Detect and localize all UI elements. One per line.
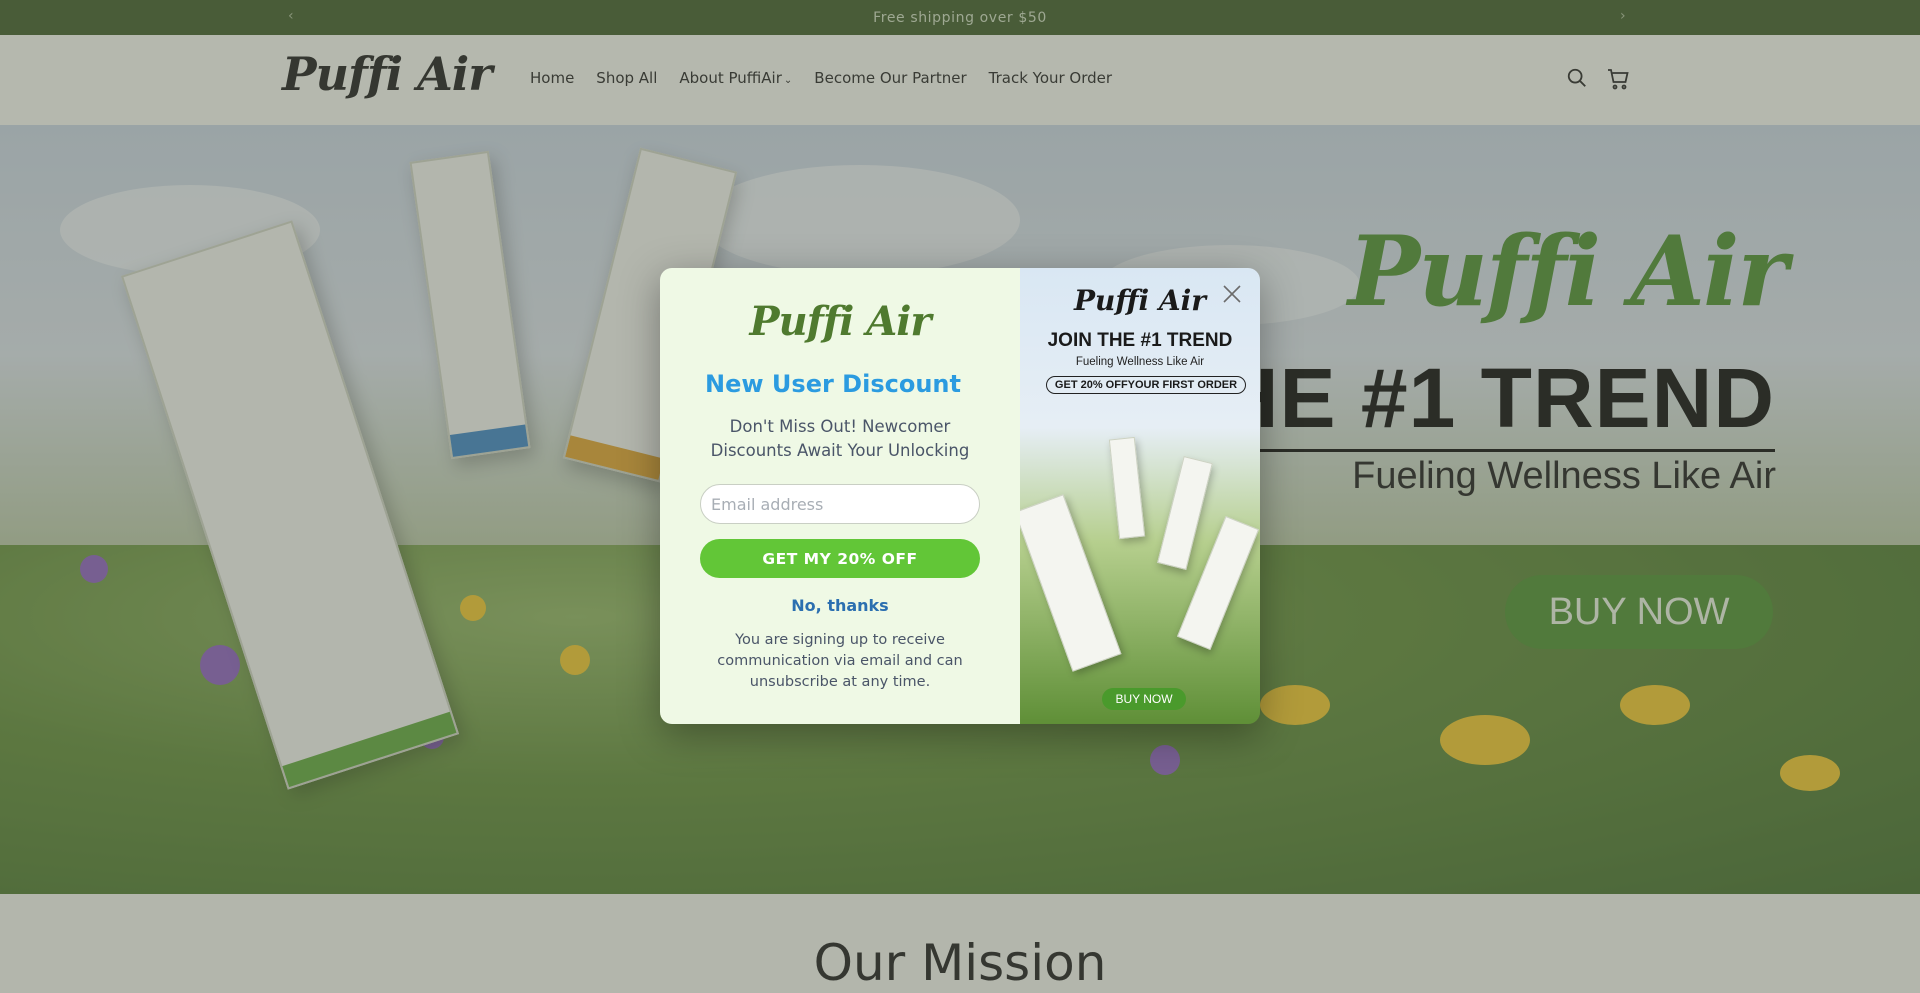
email-field[interactable] xyxy=(700,484,980,524)
promo-product-box xyxy=(1157,456,1213,570)
get-discount-button[interactable]: GET MY 20% OFF xyxy=(700,539,980,578)
promo-buy-now-button[interactable]: BUY NOW xyxy=(1102,688,1186,710)
popup-title: New User Discount xyxy=(705,370,961,398)
close-icon[interactable] xyxy=(1218,280,1246,308)
discount-popup: Puffi Air New User Discount Don't Miss O… xyxy=(660,268,1260,724)
popup-logo: Puffi Air xyxy=(749,298,932,345)
promo-headline: JOIN THE #1 TREND xyxy=(1047,330,1233,351)
popup-description: Don't Miss Out! Newcomer Discounts Await… xyxy=(710,417,970,460)
promo-offer-badge: GET 20% OFFYOUR FIRST ORDER xyxy=(1046,376,1246,394)
no-thanks-button[interactable]: No, thanks xyxy=(660,596,1020,615)
promo-product-box xyxy=(1108,436,1146,540)
popup-form-panel: Puffi Air New User Discount Don't Miss O… xyxy=(660,268,1020,724)
popup-promo-image: Puffi Air JOIN THE #1 TREND Fueling Well… xyxy=(1020,268,1260,724)
promo-product-box xyxy=(1020,494,1122,672)
promo-subline: Fueling Wellness Like Air xyxy=(1075,356,1205,368)
popup-fine-print: You are signing up to receive communicat… xyxy=(717,632,963,690)
